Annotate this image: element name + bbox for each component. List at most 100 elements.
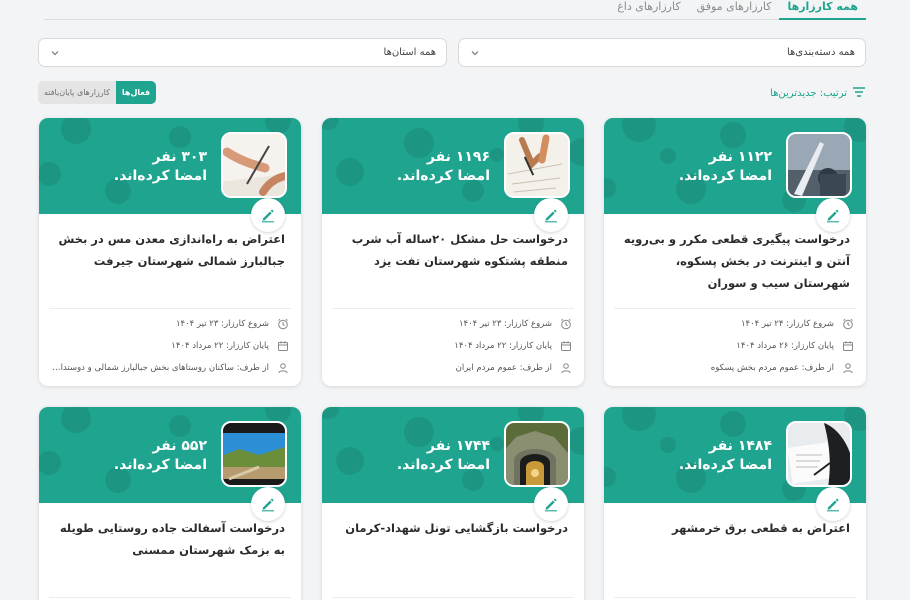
campaign-tabs: همه کارزارها کارزارهای موفق کارزارهای دا… bbox=[44, 0, 866, 20]
campaign-card[interactable]: ۵۵۲ نفر امضا کرده‌اند. درخواست آسفالت جا… bbox=[39, 407, 301, 600]
province-select-value: همه استان‌ها bbox=[383, 47, 436, 58]
decorative-dot bbox=[568, 138, 584, 166]
signature-count: ۱۱۲۲ نفر bbox=[708, 149, 772, 165]
alarm-clock-icon bbox=[560, 318, 572, 330]
campaign-thumbnail bbox=[504, 132, 570, 198]
author-row: از طرف: عموم مردم بخش پسکوه bbox=[616, 357, 854, 379]
decorative-dot bbox=[604, 467, 616, 487]
tab-hot-campaigns[interactable]: کارزارهای داغ bbox=[609, 0, 688, 20]
sign-pen-icon[interactable] bbox=[816, 487, 850, 521]
decorative-dot bbox=[622, 407, 656, 431]
decorative-dot bbox=[61, 407, 91, 433]
end-date: پایان کارزار: ۲۲ مرداد ۱۴۰۴ bbox=[171, 341, 269, 351]
decorative-dot bbox=[61, 118, 91, 144]
end-date: پایان کارزار: ۲۲ مرداد ۱۴۰۴ bbox=[454, 341, 552, 351]
calendar-icon bbox=[560, 340, 572, 352]
tab-all-campaigns[interactable]: همه کارزارها bbox=[779, 0, 866, 20]
signed-label: امضا کرده‌اند. bbox=[396, 457, 490, 473]
campaign-thumbnail bbox=[786, 132, 852, 198]
active-campaigns-toggle[interactable]: فعال‌ها bbox=[115, 81, 157, 104]
decorative-dot bbox=[720, 411, 746, 437]
signed-label: امضا کرده‌اند. bbox=[678, 457, 772, 473]
user-icon bbox=[277, 362, 289, 374]
decorative-dot bbox=[169, 415, 191, 437]
signature-count: ۵۵۲ نفر bbox=[152, 438, 207, 454]
finished-campaigns-toggle[interactable]: کارزارهای پایان‌یافته bbox=[38, 81, 116, 104]
signed-label: امضا کرده‌اند. bbox=[396, 168, 490, 184]
decorative-dot bbox=[169, 126, 191, 148]
alarm-clock-icon bbox=[277, 318, 289, 330]
start-date-row: شروع کارزار: ۲۳ تیر ۱۴۰۴ bbox=[51, 313, 289, 335]
campaign-meta: شروع کارزار: ۲۳ تیر ۱۴۰۴ پایان کارزار: ۲… bbox=[39, 309, 301, 385]
signed-label: امضا کرده‌اند. bbox=[113, 168, 207, 184]
decorative-dot bbox=[622, 118, 656, 142]
campaign-card[interactable]: ۱۱۹۶ نفر امضا کرده‌اند. درخواست حل مشکل … bbox=[322, 118, 584, 386]
start-date-row: شروع کارزار: ۲۳ تیر ۱۴۰۴ bbox=[334, 313, 572, 335]
start-date-row: شروع کارزار: ۲۴ تیر ۱۴۰۴ bbox=[616, 313, 854, 335]
sign-pen-icon[interactable] bbox=[251, 198, 285, 232]
campaign-card[interactable]: ۱۷۴۴ نفر امضا کرده‌اند. درخواست بازگشایی… bbox=[322, 407, 584, 600]
category-select[interactable]: همه دسته‌بندی‌ها bbox=[458, 38, 866, 67]
chevron-down-icon bbox=[469, 47, 481, 59]
decorative-dot bbox=[490, 437, 504, 451]
sign-pen-icon[interactable] bbox=[534, 487, 568, 521]
end-date: پایان کارزار: ۲۶ مرداد ۱۴۰۴ bbox=[736, 341, 834, 351]
campaign-card[interactable]: ۱۱۲۲ نفر امضا کرده‌اند. درخواست پیگیری ق… bbox=[604, 118, 866, 386]
campaign-thumbnail bbox=[221, 132, 287, 198]
user-icon bbox=[842, 362, 854, 374]
signed-label: امضا کرده‌اند. bbox=[678, 168, 772, 184]
sort-label: ترتیب: جدیدترین‌ها bbox=[770, 87, 847, 99]
sign-pen-icon[interactable] bbox=[816, 198, 850, 232]
province-select[interactable]: همه استان‌ها bbox=[38, 38, 447, 67]
decorative-dot bbox=[322, 118, 339, 130]
start-date: شروع کارزار: ۲۴ تیر ۱۴۰۴ bbox=[740, 319, 834, 329]
campaign-meta: شروع کارزار: ۲۳ تیر ۱۴۰۴ پایان کارزار: ۲… bbox=[322, 309, 584, 385]
signed-label: امضا کرده‌اند. bbox=[113, 457, 207, 473]
campaign-meta: شروع کارزار: ۲۴ تیر ۱۴۰۴ پایان کارزار: ۲… bbox=[604, 309, 866, 385]
signature-count-block: ۱۴۸۴ نفر امضا کرده‌اند. bbox=[679, 437, 772, 475]
campaign-thumbnail bbox=[786, 421, 852, 487]
end-date-row: پایان کارزار: ۲۲ مرداد ۱۴۰۴ bbox=[334, 335, 572, 357]
signature-count-block: ۱۱۲۲ نفر امضا کرده‌اند. bbox=[679, 148, 772, 186]
author-row: از طرف: عموم مردم ایران bbox=[334, 357, 572, 379]
calendar-icon bbox=[842, 340, 854, 352]
decorative-dot bbox=[604, 178, 616, 198]
campaign-thumbnail bbox=[221, 421, 287, 487]
signature-count-block: ۵۵۲ نفر امضا کرده‌اند. bbox=[114, 437, 207, 475]
campaign-author: از طرف: عموم مردم بخش پسکوه bbox=[710, 363, 834, 373]
sort-control[interactable]: ترتیب: جدیدترین‌ها bbox=[770, 85, 866, 101]
decorative-dot bbox=[490, 148, 504, 162]
calendar-icon bbox=[277, 340, 289, 352]
decorative-dot bbox=[336, 447, 364, 475]
campaign-author: از طرف: عموم مردم ایران bbox=[455, 363, 552, 373]
decorative-dot bbox=[660, 437, 676, 453]
tab-successful-campaigns[interactable]: کارزارهای موفق bbox=[689, 0, 780, 20]
decorative-dot bbox=[39, 162, 61, 186]
status-toggle: فعال‌ها کارزارهای پایان‌یافته bbox=[38, 81, 157, 104]
decorative-dot bbox=[39, 451, 61, 475]
decorative-dot bbox=[660, 148, 676, 164]
end-date-row: پایان کارزار: ۲۶ مرداد ۱۴۰۴ bbox=[616, 335, 854, 357]
campaign-author: از طرف: ساکنان روستاهای بخش جبالبارز شما… bbox=[51, 363, 269, 373]
decorative-dot bbox=[336, 158, 364, 186]
sort-icon bbox=[852, 86, 866, 101]
start-date: شروع کارزار: ۲۳ تیر ۱۴۰۴ bbox=[458, 319, 552, 329]
sign-pen-icon[interactable] bbox=[251, 487, 285, 521]
signature-count: ۱۱۹۶ نفر bbox=[426, 149, 490, 165]
decorative-dot bbox=[720, 122, 746, 148]
decorative-dot bbox=[322, 407, 339, 419]
chevron-down-icon bbox=[49, 47, 61, 59]
signature-count: ۱۷۴۴ نفر bbox=[426, 438, 490, 454]
alarm-clock-icon bbox=[842, 318, 854, 330]
user-icon bbox=[560, 362, 572, 374]
campaign-card[interactable]: ۳۰۳ نفر امضا کرده‌اند. اعتراض به راه‌اند… bbox=[39, 118, 301, 386]
campaign-card[interactable]: ۱۴۸۴ نفر امضا کرده‌اند. اعتراض به قطعی ب… bbox=[604, 407, 866, 600]
end-date-row: پایان کارزار: ۲۲ مرداد ۱۴۰۴ bbox=[51, 335, 289, 357]
signature-count-block: ۱۱۹۶ نفر امضا کرده‌اند. bbox=[397, 148, 490, 186]
campaign-thumbnail bbox=[504, 421, 570, 487]
signature-count-block: ۳۰۳ نفر امضا کرده‌اند. bbox=[114, 148, 207, 186]
signature-count: ۳۰۳ نفر bbox=[152, 149, 207, 165]
start-date: شروع کارزار: ۲۳ تیر ۱۴۰۴ bbox=[175, 319, 269, 329]
category-select-value: همه دسته‌بندی‌ها bbox=[786, 47, 855, 58]
sign-pen-icon[interactable] bbox=[534, 198, 568, 232]
